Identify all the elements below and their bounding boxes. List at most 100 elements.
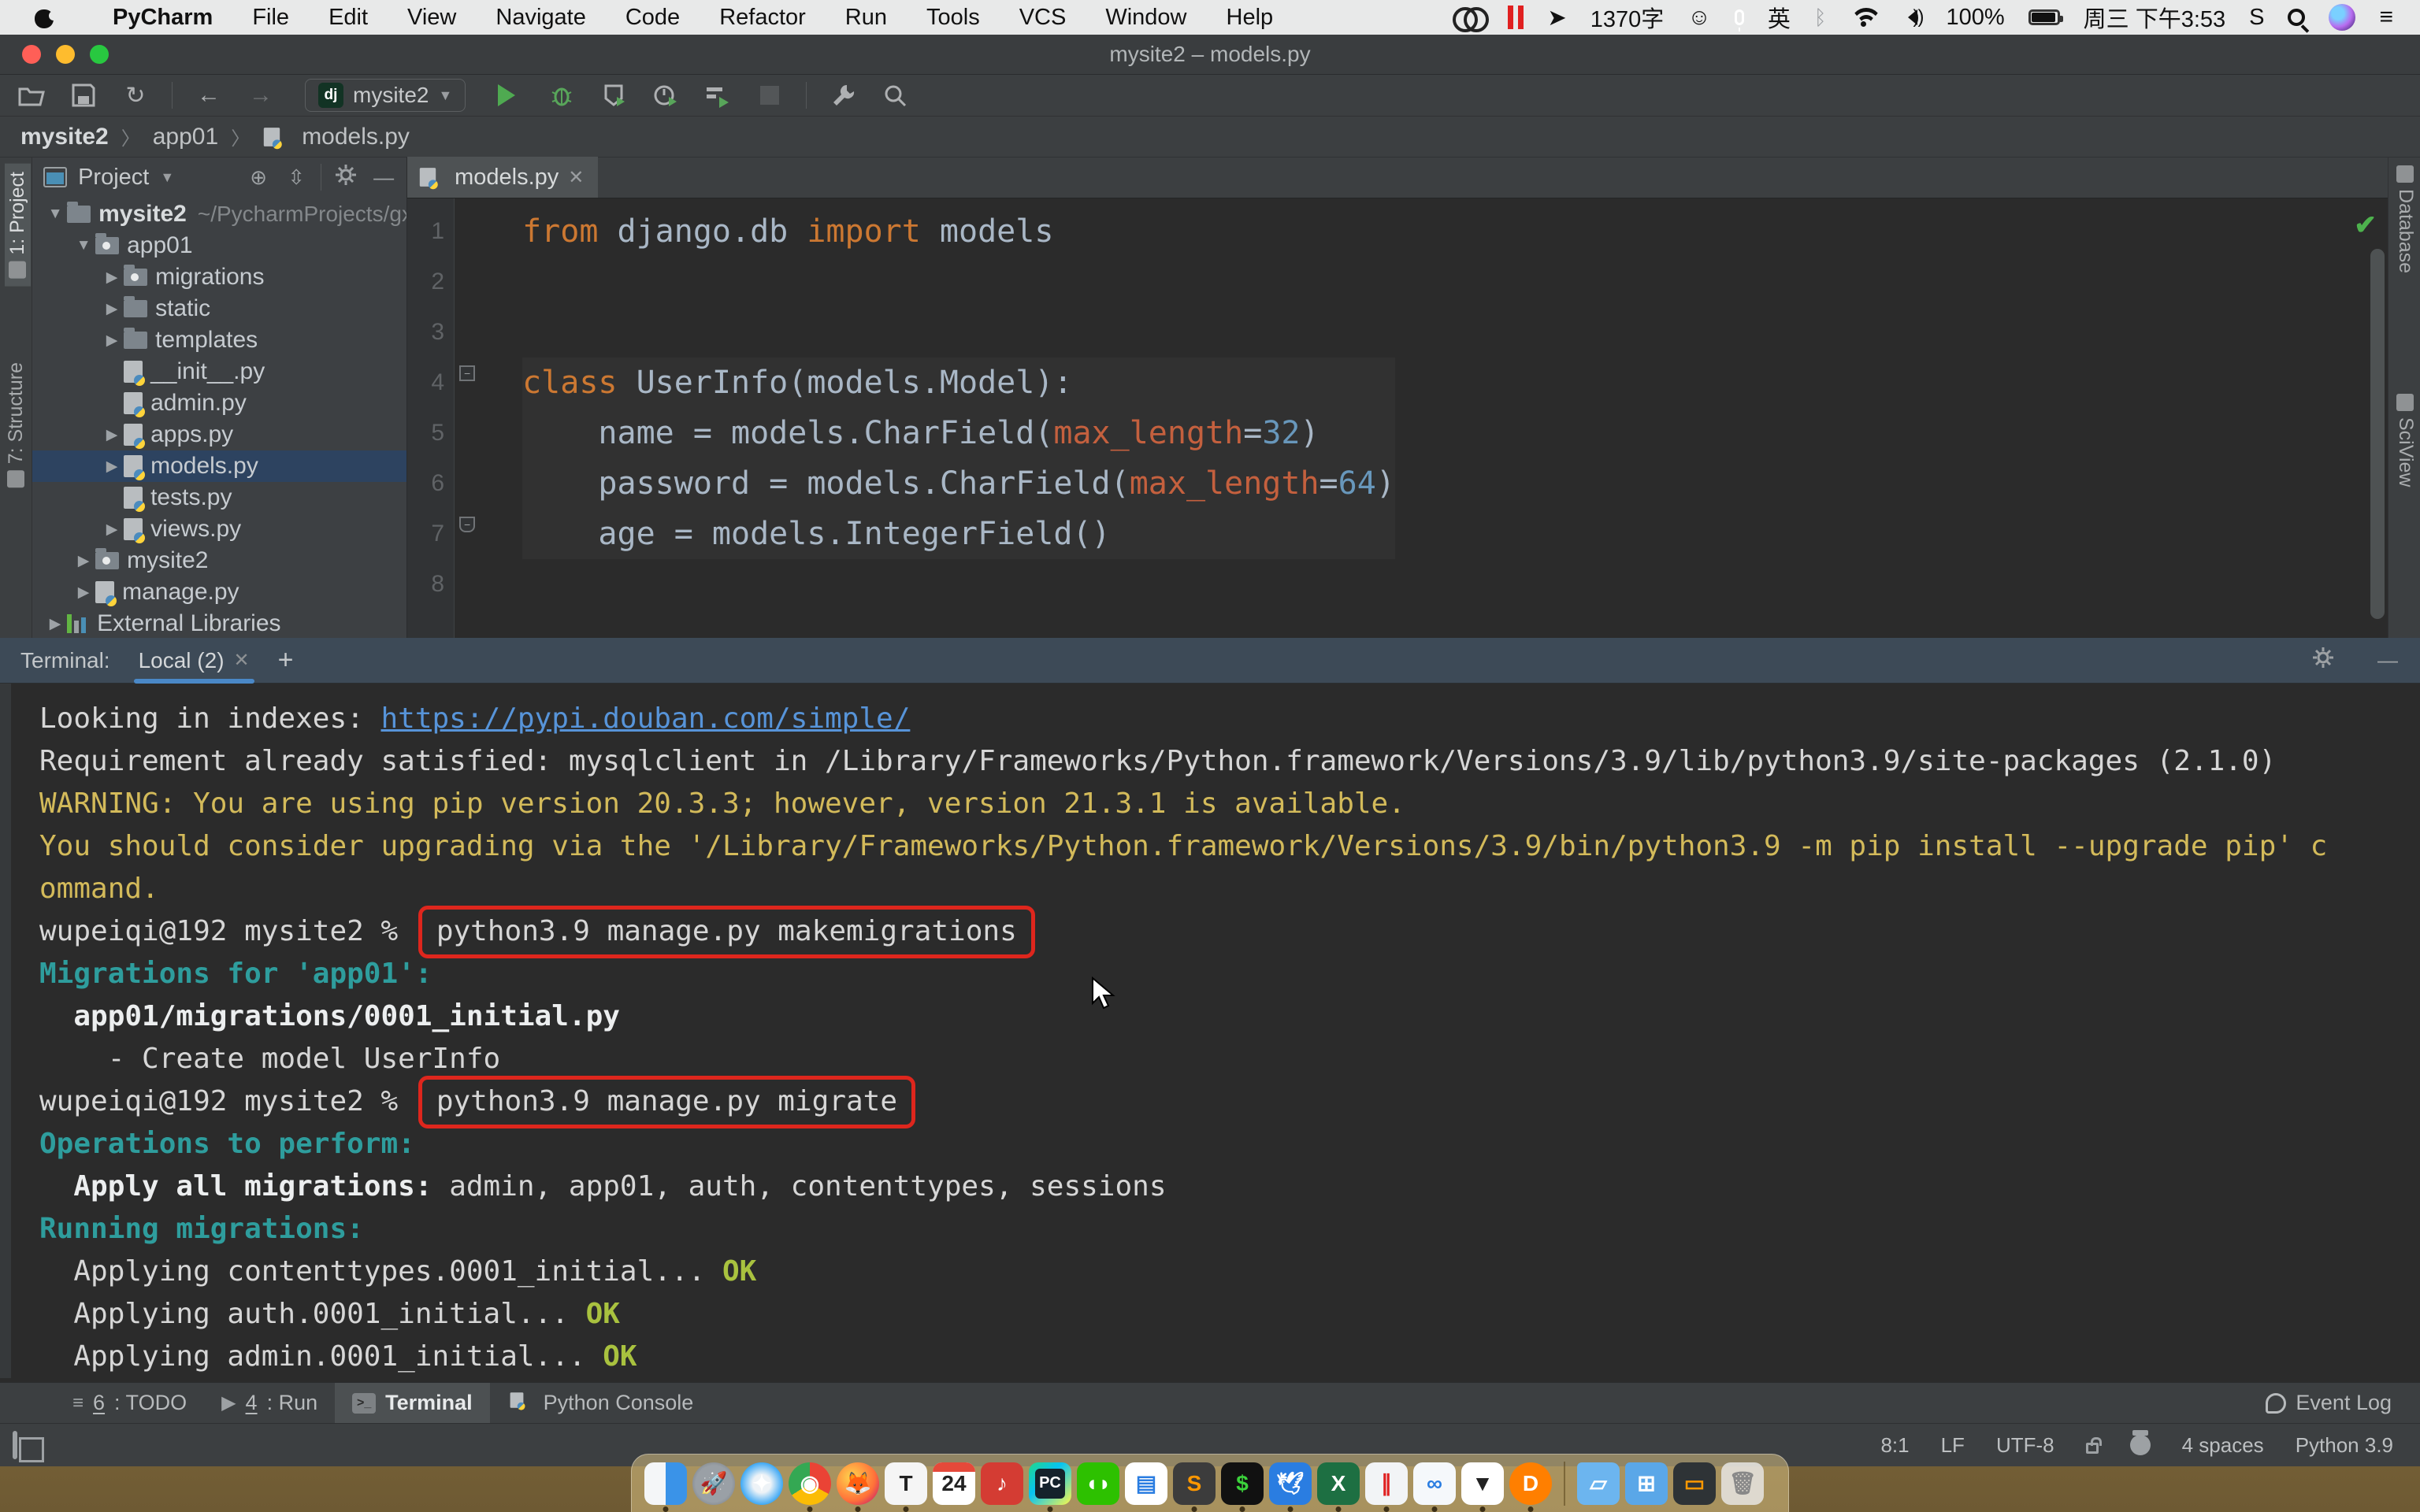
tree-arrow-icon[interactable]: ▶ — [100, 269, 124, 287]
rings-icon[interactable] — [1453, 7, 1484, 28]
hector-inspector-icon[interactable] — [2130, 1435, 2151, 1455]
tree-item-manage-py[interactable]: ▶manage.py — [32, 576, 406, 608]
menu-list-icon[interactable]: ≡ — [2379, 4, 2393, 31]
breadcrumb-app[interactable]: app01 — [153, 124, 218, 150]
battery-icon[interactable] — [2028, 9, 2060, 25]
tool-stripe-project[interactable]: 1: Project — [5, 164, 31, 287]
dock-chrome[interactable]: ◉ — [789, 1462, 831, 1505]
dock-netease-music[interactable]: ♪ — [981, 1462, 1023, 1505]
collapse-all-icon[interactable]: ⇳ — [283, 165, 310, 190]
dock-firefox[interactable]: 🦊 — [837, 1462, 879, 1505]
window-stack-icon[interactable] — [0, 1433, 17, 1458]
menu-tools[interactable]: Tools — [907, 5, 1000, 31]
debug-button[interactable] — [546, 80, 577, 111]
run-configuration-select[interactable]: dj mysite2 ▼ — [305, 79, 466, 112]
menu-file[interactable]: File — [232, 5, 309, 31]
dock-folder-documents[interactable]: ▱ — [1577, 1462, 1620, 1505]
file-encoding[interactable]: UTF-8 — [1996, 1433, 2054, 1458]
siri-icon[interactable] — [2329, 4, 2355, 31]
input-method-icon[interactable]: 英 — [1768, 1, 1791, 34]
editor-tab-models-py[interactable]: models.py ✕ — [407, 157, 598, 198]
locate-file-icon[interactable]: ⊕ — [245, 165, 272, 190]
tree-item-migrations[interactable]: ▶migrations — [32, 261, 406, 293]
dock-folder-windows[interactable]: ⊞ — [1625, 1462, 1668, 1505]
tree-item-apps-py[interactable]: ▶apps.py — [32, 419, 406, 450]
dock-safari[interactable]: ✦ — [740, 1462, 783, 1505]
project-panel-title[interactable]: Project — [78, 165, 149, 191]
mic-icon[interactable] — [1735, 9, 1744, 25]
line-ending[interactable]: LF — [1941, 1433, 1965, 1458]
fold-marker-end[interactable]: − — [459, 517, 475, 532]
hide-panel-icon[interactable]: — — [370, 165, 397, 190]
tree-item-views-py[interactable]: ▶views.py — [32, 513, 406, 545]
toolwindow-python-console[interactable]: Python Console — [490, 1383, 711, 1424]
tree-item-tests-py[interactable]: tests.py — [32, 482, 406, 513]
back-icon[interactable]: ← — [193, 80, 225, 111]
tree-arrow-icon[interactable]: ▶ — [100, 426, 124, 444]
dock-typora[interactable]: T — [885, 1462, 927, 1505]
menu-help[interactable]: Help — [1207, 5, 1294, 31]
menu-refactor[interactable]: Refactor — [700, 5, 826, 31]
dock-excel[interactable]: X — [1317, 1462, 1360, 1505]
tree-arrow-icon[interactable]: ▶ — [72, 584, 95, 602]
tree-arrow-icon[interactable]: ▶ — [100, 521, 124, 539]
tool-stripe-sciview[interactable]: SciView — [2394, 394, 2417, 487]
concurrency-diagram-button[interactable] — [702, 80, 733, 111]
breadcrumb-file[interactable]: models.py — [302, 124, 410, 150]
tool-stripe-structure[interactable]: 7: Structure — [5, 362, 28, 487]
dock-launchpad[interactable]: 🚀 — [692, 1462, 735, 1505]
toolwindow-run[interactable]: ▶4: Run — [204, 1383, 335, 1424]
event-log-button[interactable]: Event Log — [2266, 1391, 2420, 1415]
stop-button[interactable] — [754, 80, 785, 111]
tree-item-admin-py[interactable]: admin.py — [32, 387, 406, 419]
menu-code[interactable]: Code — [606, 5, 700, 31]
gear-icon[interactable] — [332, 165, 359, 191]
volume-icon[interactable]: )) — [1900, 6, 1922, 28]
menu-navigate[interactable]: Navigate — [476, 5, 605, 31]
unlock-icon[interactable] — [2086, 1443, 2099, 1454]
dock-douyu[interactable]: D — [1509, 1462, 1552, 1505]
apple-logo-icon[interactable] — [33, 6, 57, 29]
menu-vcs[interactable]: VCS — [1000, 5, 1086, 31]
terminal-link[interactable]: https://pypi.douban.com/simple/ — [380, 702, 910, 735]
tree-arrow-icon[interactable]: ▼ — [43, 206, 67, 223]
save-icon[interactable] — [68, 80, 99, 111]
code-editor[interactable]: from django.db import modelsclass UserIn… — [455, 198, 2388, 638]
wifi-icon[interactable] — [1850, 8, 1876, 27]
menu-view[interactable]: View — [388, 5, 476, 31]
smiley-app-icon[interactable]: ☺ — [1687, 5, 1711, 31]
close-tab-icon[interactable]: ✕ — [568, 166, 584, 189]
inspections-ok-icon[interactable]: ✔ — [2354, 209, 2377, 241]
tree-arrow-icon[interactable]: ▼ — [72, 237, 95, 254]
dock-trash[interactable]: 🗑 — [1721, 1462, 1764, 1505]
fold-marker-class[interactable]: − — [459, 365, 475, 381]
tree-arrow-icon[interactable]: ▶ — [43, 615, 67, 633]
bluetooth-icon[interactable]: ᛒ — [1814, 6, 1827, 30]
terminal-output[interactable]: Looking in indexes: https://pypi.douban.… — [0, 684, 2420, 1378]
toolwindow-todo[interactable]: ≡6: TODO — [55, 1383, 204, 1424]
tree-item-models-py[interactable]: ▶models.py — [32, 450, 406, 482]
profiler-button[interactable] — [650, 80, 681, 111]
menu-edit[interactable]: Edit — [309, 5, 388, 31]
editor-scrollbar[interactable] — [2370, 249, 2385, 619]
dock-dingtalk[interactable]: 🕊 — [1269, 1462, 1312, 1505]
interpreter[interactable]: Python 3.9 — [2296, 1433, 2393, 1458]
open-icon[interactable] — [16, 80, 47, 111]
search-icon[interactable] — [879, 80, 911, 111]
tree-arrow-icon[interactable]: ▶ — [100, 332, 124, 350]
dock-calendar[interactable]: 24 — [933, 1462, 975, 1505]
dock-terminal-app[interactable]: $ — [1221, 1462, 1264, 1505]
tree-arrow-icon[interactable]: ▶ — [100, 300, 124, 318]
dock-finder[interactable] — [644, 1462, 687, 1505]
sync-icon[interactable]: ↻ — [120, 80, 151, 111]
caret-position[interactable]: 8:1 — [1880, 1433, 1909, 1458]
run-with-coverage-button[interactable] — [598, 80, 629, 111]
terminal-tab-local[interactable]: Local (2) ✕ — [134, 638, 254, 684]
proxy-app-icon[interactable]: S — [2249, 5, 2264, 31]
menu-run[interactable]: Run — [826, 5, 907, 31]
dock-wechat[interactable]: ◖◗ — [1077, 1462, 1119, 1505]
tree-arrow-icon[interactable]: ▶ — [72, 552, 95, 570]
indent-setting[interactable]: 4 spaces — [2182, 1433, 2264, 1458]
word-count-status[interactable]: 1370字 — [1590, 1, 1665, 34]
menu-window[interactable]: Window — [1086, 5, 1206, 31]
